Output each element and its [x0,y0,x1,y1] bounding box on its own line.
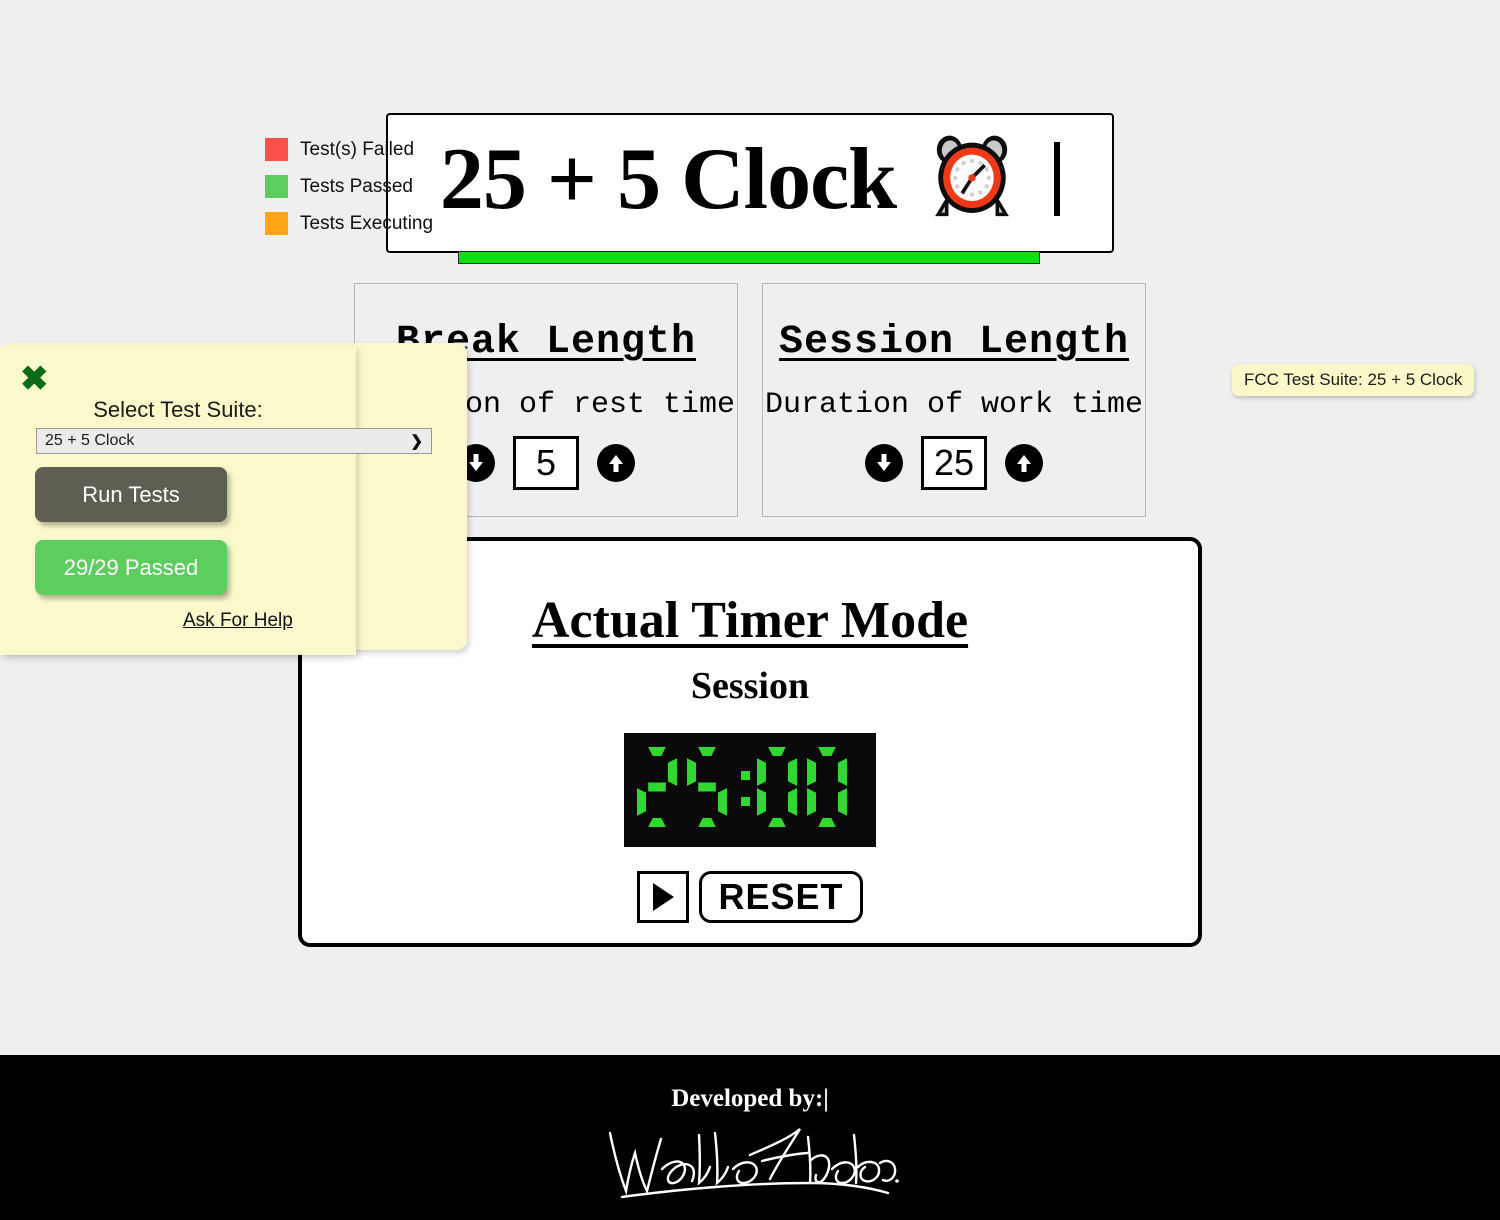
legend-item: Tests Passed [265,168,433,205]
page-title: 25 + 5 Clock [439,130,1061,236]
fcc-test-suite-tooltip: FCC Test Suite: 25 + 5 Clock [1232,364,1475,396]
page-title-text: 25 + 5 Clock [439,131,897,228]
session-length-stepper: 25 [763,436,1145,490]
signature [0,1117,1500,1207]
session-decrement-button[interactable] [865,444,903,482]
session-length-value: 25 [921,436,987,490]
signature-waldo-hidalgo [608,1128,899,1199]
session-length-description: Duration of work time [764,388,1144,422]
break-increment-button[interactable] [597,444,635,482]
seven-segment-digits [637,747,847,827]
timer-label: Session [690,665,810,707]
test-suite-select[interactable]: 25 + 5 Clock ❯ [36,428,432,454]
session-length-card: Session Length Duration of work time 25 [762,283,1146,517]
arrow-up-icon [1017,455,1031,472]
app-title-box: 25 + 5 Clock [386,113,1114,253]
arrow-down-icon [469,454,483,471]
timer-digital-display [624,733,876,847]
arrow-down-icon [877,454,891,471]
session-increment-button[interactable] [1005,444,1043,482]
select-test-suite-label: Select Test Suite: [93,397,263,422]
legend-item: Tests Executing [265,205,433,242]
session-length-title: Session Length [778,320,1130,365]
legend-label: Tests Executing [300,212,434,234]
fcc-test-suite-panel: ✖ Select Test Suite: 25 + 5 Clock ❯ Run … [0,347,432,655]
play-triangle-icon [653,883,675,911]
legend-item: Test(s) Failed [265,131,433,168]
timer-controls: RESET [302,871,1198,923]
reset-button[interactable]: RESET [699,871,863,923]
test-result-badge[interactable]: 29/29 Passed [35,540,227,595]
alarm-clock-icon [927,130,1017,236]
text-caret [1054,142,1061,216]
progress-bar [458,251,1040,264]
break-length-value: 5 [513,436,579,490]
close-x-icon[interactable]: ✖ [20,362,49,396]
legend-label: Test(s) Failed [300,138,415,160]
footer: Developed by:| [0,1055,1500,1220]
status-swatch-executing [265,212,288,235]
test-suite-select-value: 25 + 5 Clock [45,432,135,449]
status-swatch-passed [265,175,288,198]
status-swatch-failed [265,138,288,161]
chevron-down-icon: ❯ [410,433,423,450]
developed-by-label: Developed by:| [671,1085,829,1112]
ask-for-help-link[interactable]: Ask For Help [183,610,293,632]
run-tests-button[interactable]: Run Tests [35,467,227,522]
arrow-up-icon [609,455,623,472]
test-status-legend: Test(s) Failed Tests Passed Tests Execut… [265,131,433,242]
start-stop-button[interactable] [637,871,690,923]
legend-label: Tests Passed [300,175,413,197]
